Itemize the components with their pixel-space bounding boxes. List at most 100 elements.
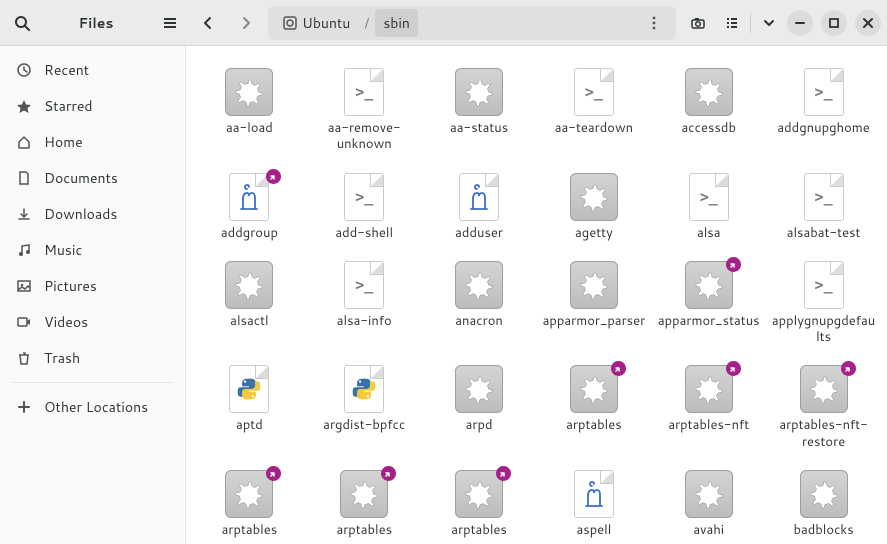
search-button[interactable] bbox=[6, 7, 38, 39]
file-item[interactable]: aspell bbox=[539, 464, 650, 544]
file-label: anacron bbox=[455, 313, 503, 329]
file-item[interactable]: >_add-shell bbox=[309, 167, 420, 247]
file-item[interactable]: >_alsabat-test bbox=[768, 167, 879, 247]
file-label: argdist-bpfcc bbox=[323, 417, 405, 433]
sidebar-item-label: Music bbox=[44, 240, 82, 260]
file-item[interactable]: >_alsa-info bbox=[309, 255, 420, 352]
hamburger-button[interactable] bbox=[154, 7, 186, 39]
file-item[interactable]: >_addgnupghome bbox=[768, 62, 879, 159]
file-view[interactable]: aa-load>_aa-remove-unknownaa-status>_aa-… bbox=[186, 46, 887, 544]
forward-button[interactable] bbox=[230, 7, 262, 39]
file-label: addgroup bbox=[221, 225, 278, 241]
sidebar-item-pictures[interactable]: Pictures bbox=[0, 268, 185, 304]
maximize-button[interactable] bbox=[821, 10, 847, 36]
sidebar-item-home[interactable]: Home bbox=[0, 124, 185, 160]
trash-icon bbox=[16, 350, 32, 366]
sidebar-item-trash[interactable]: Trash bbox=[0, 340, 185, 376]
file-item[interactable]: arptables-nft bbox=[653, 359, 764, 456]
shell-script-icon: >_ bbox=[689, 173, 729, 221]
file-item[interactable]: anacron bbox=[424, 255, 535, 352]
file-item[interactable]: badblocks bbox=[768, 464, 879, 544]
executable-icon bbox=[800, 365, 848, 413]
pic-icon bbox=[16, 278, 32, 294]
file-label: alsabat-test bbox=[787, 225, 861, 241]
sidebar-item-music[interactable]: Music bbox=[0, 232, 185, 268]
executable-icon bbox=[225, 261, 273, 309]
symlink-badge-icon bbox=[726, 257, 741, 272]
file-label: avahi bbox=[693, 522, 724, 538]
path-bar: Ubuntu / sbin bbox=[268, 6, 676, 40]
shell-script-icon: >_ bbox=[344, 173, 384, 221]
executable-icon bbox=[570, 365, 618, 413]
file-item[interactable]: arptables bbox=[194, 464, 305, 544]
sidebar-item-videos[interactable]: Videos bbox=[0, 304, 185, 340]
sidebar-item-documents[interactable]: Documents bbox=[0, 160, 185, 196]
executable-icon bbox=[225, 68, 273, 116]
file-item[interactable]: arptables bbox=[539, 359, 650, 456]
star-icon bbox=[16, 98, 32, 114]
executable-icon bbox=[685, 365, 733, 413]
file-item[interactable]: >_aa-remove-unknown bbox=[309, 62, 420, 159]
file-label: apparmor_parser bbox=[543, 313, 646, 329]
shell-script-icon: >_ bbox=[344, 68, 384, 116]
file-item[interactable]: >_applygnupgdefaults bbox=[768, 255, 879, 352]
close-button[interactable] bbox=[855, 10, 881, 36]
sidebar-other-label: Other Locations bbox=[44, 397, 148, 417]
sidebar-item-recent[interactable]: Recent bbox=[0, 52, 185, 88]
file-item[interactable]: alsactl bbox=[194, 255, 305, 352]
executable-icon bbox=[685, 68, 733, 116]
file-label: arptables bbox=[222, 522, 278, 538]
file-item[interactable]: argdist-bpfcc bbox=[309, 359, 420, 456]
file-label: aspell bbox=[576, 522, 611, 538]
file-item[interactable]: >_aa-teardown bbox=[539, 62, 650, 159]
plus-icon bbox=[16, 399, 32, 415]
path-root[interactable]: Ubuntu bbox=[274, 9, 358, 37]
symlink-badge-icon bbox=[611, 361, 626, 376]
file-item[interactable]: agetty bbox=[539, 167, 650, 247]
path-current-label: sbin bbox=[383, 13, 410, 33]
symlink-badge-icon bbox=[726, 361, 741, 376]
view-options-button[interactable] bbox=[757, 7, 781, 39]
file-item[interactable]: addgroup bbox=[194, 167, 305, 247]
path-current[interactable]: sbin bbox=[375, 9, 418, 37]
back-button[interactable] bbox=[192, 7, 224, 39]
executable-icon bbox=[455, 68, 503, 116]
file-item[interactable]: apparmor_status bbox=[653, 255, 764, 352]
file-item[interactable]: aptd bbox=[194, 359, 305, 456]
file-item[interactable]: arptables-nft-restore bbox=[768, 359, 879, 456]
file-label: badblocks bbox=[793, 522, 853, 538]
separator bbox=[750, 13, 751, 33]
file-label: aa-teardown bbox=[555, 120, 633, 136]
path-menu-button[interactable] bbox=[638, 7, 670, 39]
file-label: aptd bbox=[236, 417, 263, 433]
file-item[interactable]: arpd bbox=[424, 359, 535, 456]
music-icon bbox=[16, 242, 32, 258]
sidebar-item-downloads[interactable]: Downloads bbox=[0, 196, 185, 232]
python-script-icon bbox=[344, 365, 384, 413]
file-item[interactable]: avahi bbox=[653, 464, 764, 544]
sidebar-item-label: Pictures bbox=[44, 276, 97, 296]
file-item[interactable]: arptables bbox=[424, 464, 535, 544]
file-item[interactable]: arptables bbox=[309, 464, 420, 544]
file-label: alsa bbox=[697, 225, 721, 241]
sidebar-item-starred[interactable]: Starred bbox=[0, 88, 185, 124]
view-list-button[interactable] bbox=[720, 7, 744, 39]
file-item[interactable]: apparmor_parser bbox=[539, 255, 650, 352]
down-icon bbox=[16, 206, 32, 222]
file-item[interactable]: aa-load bbox=[194, 62, 305, 159]
file-label: arptables bbox=[566, 417, 622, 433]
executable-icon bbox=[685, 261, 733, 309]
path-root-label: Ubuntu bbox=[302, 13, 350, 33]
executable-icon bbox=[800, 470, 848, 518]
file-item[interactable]: adduser bbox=[424, 167, 535, 247]
file-item[interactable]: accessdb bbox=[653, 62, 764, 159]
screenshot-button[interactable] bbox=[682, 7, 714, 39]
file-item[interactable]: aa-status bbox=[424, 62, 535, 159]
file-label: alsa-info bbox=[337, 313, 392, 329]
sidebar-item-label: Videos bbox=[44, 312, 88, 332]
minimize-button[interactable] bbox=[787, 10, 813, 36]
sidebar-other-locations[interactable]: Other Locations bbox=[0, 389, 185, 425]
symlink-badge-icon bbox=[841, 361, 856, 376]
file-label: accessdb bbox=[682, 120, 736, 136]
file-item[interactable]: >_alsa bbox=[653, 167, 764, 247]
